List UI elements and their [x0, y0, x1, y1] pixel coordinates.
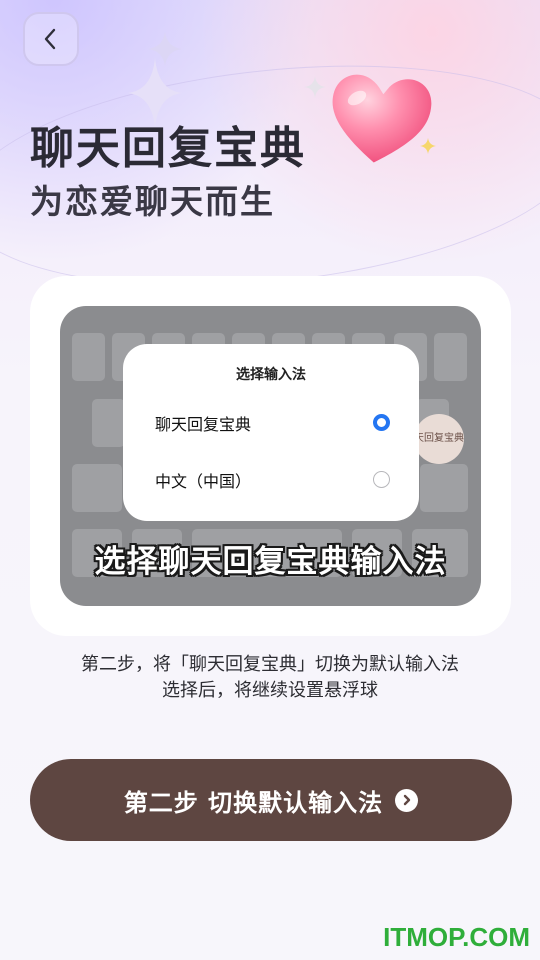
switch-default-input-button[interactable]: 第二步 切换默认输入法 — [30, 759, 512, 841]
cta-label: 第二步 切换默认输入法 — [123, 788, 384, 817]
input-method-dialog: 选择输入法 聊天回复宝典 中文（中国） — [123, 344, 419, 521]
watermark: ITMOP.COM — [383, 922, 530, 952]
dialog-title: 选择输入法 — [236, 367, 306, 383]
keyboard-key — [434, 333, 467, 381]
keyboard-key — [420, 464, 468, 512]
illustration-card: 天回复宝典 选择输入法 聊天回复宝典 中文（中国） 选择聊天回复宝典输入法 — [30, 276, 511, 636]
option-label-chinese: 中文（中国） — [155, 472, 252, 491]
heart-icon — [332, 74, 432, 163]
chevron-right-circle-icon — [395, 788, 419, 812]
keyboard-illustration: 天回复宝典 选择输入法 聊天回复宝典 中文（中国） 选择聊天回复宝典输入法 — [60, 306, 481, 606]
option-label-chat: 聊天回复宝典 — [155, 415, 252, 434]
keyboard-key — [92, 399, 125, 447]
keyboard-key — [72, 333, 105, 381]
radio-unselected — [373, 471, 390, 488]
page-title: 聊天回复宝典 — [30, 123, 306, 174]
instruction-line-2: 选择后，将继续设置悬浮球 — [162, 680, 378, 701]
keyboard-key — [72, 464, 122, 512]
radio-selected — [373, 414, 390, 431]
chevron-left-icon — [44, 28, 56, 50]
sparkle-icon — [304, 76, 326, 98]
avatar: 天回复宝典 — [414, 414, 464, 464]
instruction-line-1: 第二步，将「聊天回复宝典」切换为默认输入法 — [81, 654, 459, 675]
page-subtitle: 为恋爱聊天而生 — [30, 182, 275, 221]
back-button[interactable] — [23, 12, 79, 66]
overlay-caption: 选择聊天回复宝典输入法 — [94, 544, 447, 580]
